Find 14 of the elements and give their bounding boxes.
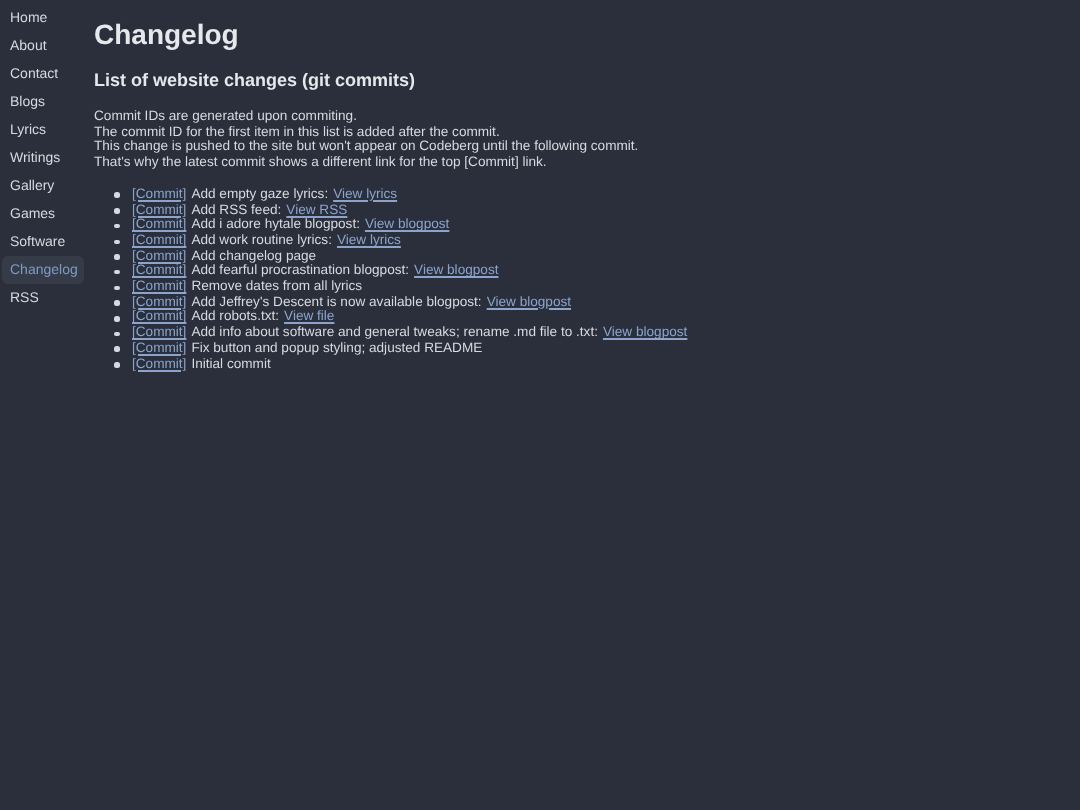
bullet-icon: [114, 346, 119, 352]
bullet-icon: [114, 362, 119, 368]
page-title: Changelog: [94, 18, 241, 50]
bullet-icon: [114, 285, 119, 291]
bullet-icon: [114, 300, 119, 306]
bullet-icon: [114, 223, 119, 229]
bullet-icon: [114, 239, 119, 245]
bullet-icon: [114, 316, 119, 322]
bullet-icon: [114, 269, 119, 275]
bullet-icon: [114, 192, 119, 198]
bullet-icon: [114, 208, 119, 214]
section-heading: List of website changes (git commits): [94, 70, 418, 90]
bullet-icon: [114, 254, 119, 260]
bullet-icon: [114, 331, 119, 337]
